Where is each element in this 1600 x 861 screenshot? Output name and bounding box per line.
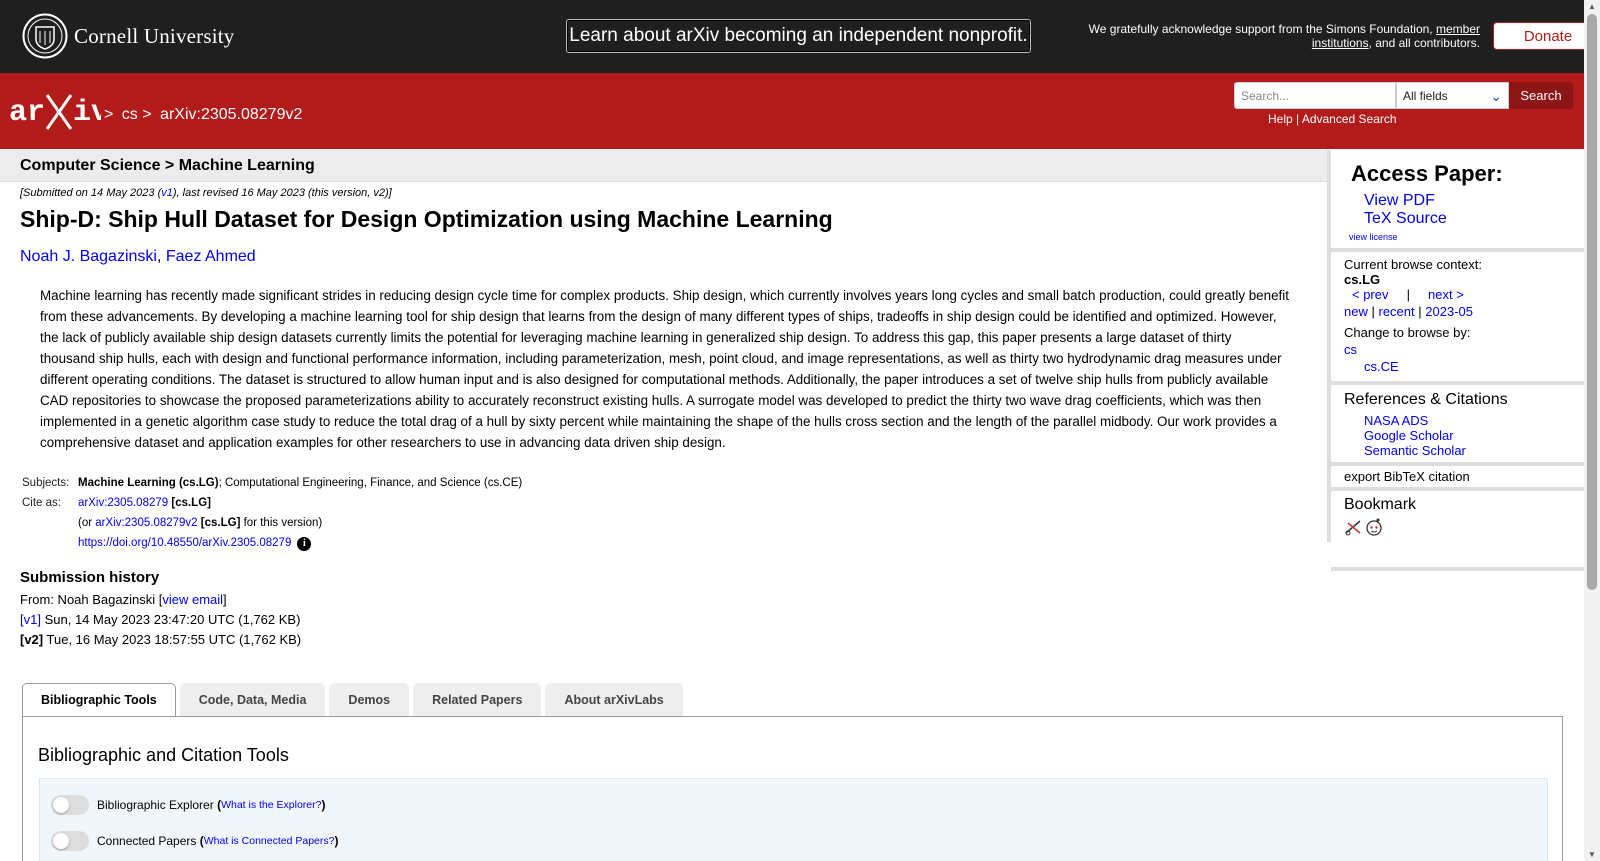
history-v1: [v1] Sun, 14 May 2023 23:47:20 UTC (1,76… [20, 612, 301, 627]
primary-subject: Machine Learning (cs.LG) [78, 477, 219, 489]
new-link[interactable]: new [1344, 304, 1368, 319]
search-help-links: Help | Advanced Search [1268, 112, 1397, 126]
author-list: Noah J. Bagazinski, Faez Ahmed [20, 248, 256, 265]
tab-bibliographic-tools[interactable]: Bibliographic Tools [22, 683, 176, 717]
recent-link[interactable]: recent [1379, 304, 1415, 319]
connected-papers-row: Connected Papers (What is Connected Pape… [51, 831, 339, 851]
bookmark-heading: Bookmark [1344, 496, 1417, 513]
tex-source-link[interactable]: TeX Source [1364, 210, 1447, 227]
browse-csce-link[interactable]: cs.CE [1364, 359, 1399, 374]
export-bibtex-button[interactable]: export BibTeX citation [1331, 466, 1584, 491]
breadcrumb-cs-link[interactable]: cs [122, 106, 138, 123]
scroll-down-icon[interactable]: ▼ [1588, 850, 1596, 859]
access-paper-heading: Access Paper: [1351, 161, 1503, 186]
arxiv-header: ar iv > cs > arXiv:2305.08279v2 Search..… [0, 73, 1584, 149]
view-pdf-link[interactable]: View PDF [1364, 192, 1435, 209]
subject-header: Computer Science > Machine Learning [0, 150, 1327, 182]
cite-id-link[interactable]: arXiv:2305.08279 [78, 497, 168, 509]
cornell-logo[interactable]: Cornell University [22, 13, 235, 59]
search-field-select[interactable]: All fields ⌄ [1396, 82, 1509, 109]
arxiv-logo-icon[interactable]: ar iv [9, 91, 101, 133]
metadata-table: Subjects: Machine Learning (cs.LG); Comp… [20, 477, 522, 558]
google-scholar-link[interactable]: Google Scholar [1364, 428, 1454, 443]
scrollbar-thumb[interactable] [1587, 14, 1597, 590]
tab-related-papers[interactable]: Related Papers [413, 683, 542, 716]
v1-link[interactable]: v1 [161, 187, 173, 199]
doi-row: https://doi.org/10.48550/arXiv.2305.0827… [20, 537, 522, 551]
svg-text:ar: ar [9, 96, 45, 130]
cite-version-link[interactable]: arXiv:2305.08279v2 [95, 517, 197, 529]
abstract: Machine learning has recently made signi… [40, 288, 1289, 450]
right-sidebar: Access Paper: View PDF TeX Source view l… [1327, 150, 1584, 571]
browse-cs-link[interactable]: cs [1344, 342, 1357, 357]
next-link[interactable]: next > [1428, 287, 1464, 302]
tab-panel: Bibliographic and Citation Tools Bibliog… [22, 716, 1563, 861]
bookmark-icons [1345, 518, 1382, 536]
subject-heading: Computer Science > Machine Learning [20, 157, 315, 174]
breadcrumb: > cs > arXiv:2305.08279v2 [104, 106, 303, 123]
nasa-ads-link[interactable]: NASA ADS [1364, 413, 1428, 428]
advanced-search-link[interactable]: Advanced Search [1302, 112, 1397, 126]
cite-version-row: (or arXiv:2305.08279v2 [cs.LG] for this … [78, 517, 323, 529]
acknowledgement-text: We gratefully acknowledge support from t… [1088, 22, 1480, 50]
nonprofit-banner-button[interactable]: Learn about arXiv becoming an independen… [566, 19, 1031, 53]
breadcrumb-paper-id: arXiv:2305.08279v2 [160, 106, 303, 123]
author-link[interactable]: Noah J. Bagazinski [20, 248, 157, 265]
what-is-connected-papers-link[interactable]: What is Connected Papers? [204, 835, 335, 847]
paper-title: Ship-D: Ship Hull Dataset for Design Opt… [20, 206, 833, 232]
current-context: cs.LG [1344, 272, 1381, 287]
bookmark-section: Bookmark [1331, 496, 1584, 571]
subjects-row: Subjects: Machine Learning (cs.LG); Comp… [22, 477, 523, 489]
access-paper-section: Access Paper: View PDF TeX Source view l… [1331, 161, 1584, 252]
cornell-banner: Cornell University Learn about arXiv bec… [0, 0, 1600, 73]
tab-demos[interactable]: Demos [329, 683, 410, 716]
search-input[interactable]: Search... [1234, 82, 1396, 109]
history-v2: [v2] Tue, 16 May 2023 18:57:55 UTC (1,76… [20, 632, 302, 647]
doi-link[interactable]: https://doi.org/10.48550/arXiv.2305.0827… [78, 537, 291, 549]
cite-as-row: Cite as: arXiv:2305.08279 [cs.LG] [22, 497, 211, 509]
submission-dateline: [Submitted on 14 May 2023 (v1), last rev… [20, 187, 392, 199]
references-section: References & Citations NASA ADS Google S… [1331, 391, 1584, 466]
tools-list: Bibliographic Explorer (What is the Expl… [39, 778, 1548, 861]
month-link[interactable]: 2023-05 [1425, 304, 1473, 319]
what-is-explorer-link[interactable]: What is the Explorer? [221, 799, 321, 811]
references-heading: References & Citations [1344, 391, 1508, 408]
v1-version-link[interactable]: [v1] [20, 612, 41, 627]
prev-link[interactable]: < prev [1352, 287, 1389, 302]
bibliographic-explorer-toggle[interactable] [51, 795, 89, 815]
tab-about-arxivlabs[interactable]: About arXivLabs [545, 683, 683, 716]
help-link[interactable]: Help [1268, 112, 1293, 126]
cornell-name: Cornell University [74, 23, 235, 48]
tab-code-data-media[interactable]: Code, Data, Media [179, 683, 326, 716]
submission-history-heading: Submission history [20, 569, 160, 586]
bibliographic-explorer-row: Bibliographic Explorer (What is the Expl… [51, 795, 325, 815]
search-button[interactable]: Search [1509, 82, 1573, 109]
scroll-up-icon[interactable]: ▲ [1588, 2, 1596, 11]
page-scrollbar[interactable]: ▲ ▼ [1584, 0, 1600, 861]
labs-tabs: Bibliographic Tools Code, Data, Media De… [22, 683, 687, 717]
view-email-link[interactable]: view email [162, 592, 223, 607]
author-link[interactable]: Faez Ahmed [166, 248, 256, 265]
semantic-scholar-link[interactable]: Semantic Scholar [1364, 443, 1466, 458]
svg-text:iv: iv [73, 96, 101, 130]
history-from: From: Noah Bagazinski [view email] [20, 592, 227, 607]
connected-papers-toggle[interactable] [51, 831, 89, 851]
panel-heading: Bibliographic and Citation Tools [38, 745, 289, 765]
bibsonomy-icon[interactable] [1345, 520, 1361, 536]
browse-context-section: Current browse context: cs.LG < prev | n… [1331, 252, 1584, 385]
reddit-icon[interactable] [1366, 518, 1382, 536]
cornell-seal-icon [22, 13, 68, 59]
chevron-down-icon: ⌄ [1490, 88, 1502, 104]
info-icon[interactable]: i [297, 537, 312, 551]
view-license-link[interactable]: view license [1349, 232, 1398, 242]
submission-history: Submission history From: Noah Bagazinski… [20, 569, 301, 652]
